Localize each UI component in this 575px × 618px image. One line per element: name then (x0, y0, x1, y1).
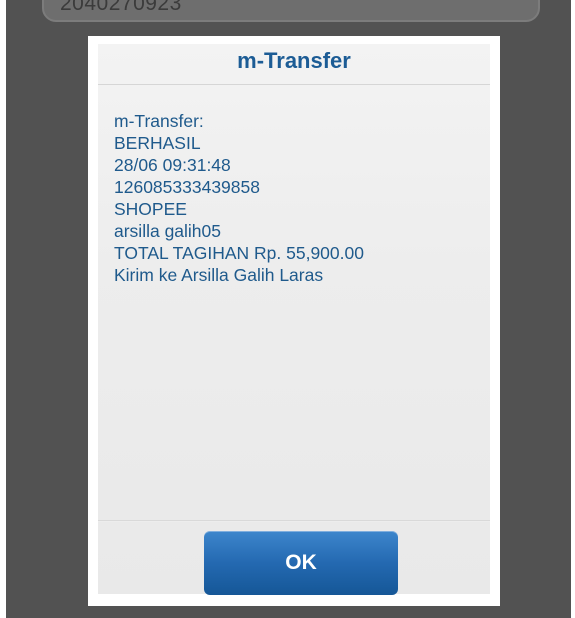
message-line-header: m-Transfer: (114, 111, 204, 131)
ok-button[interactable]: OK (204, 531, 398, 595)
transfer-result-dialog: m-Transfer m-Transfer: BERHASIL 28/06 09… (88, 36, 500, 606)
account-number-field: 2040270923 (42, 0, 540, 22)
app-screen: 2040270923 m-Transfer m-Transfer: BERHAS… (6, 0, 571, 618)
transfer-message: m-Transfer: BERHASIL 28/06 09:31:48 1260… (114, 110, 484, 286)
message-line-status: BERHASIL (114, 133, 201, 153)
title-divider (98, 84, 490, 85)
message-line-merchant: SHOPEE (114, 199, 187, 219)
dialog-title: m-Transfer (237, 48, 351, 73)
ok-button-label: OK (285, 551, 317, 574)
message-line-total: TOTAL TAGIHAN Rp. 55,900.00 (114, 243, 364, 263)
message-line-datetime: 28/06 09:31:48 (114, 155, 231, 175)
footer-divider (98, 520, 490, 522)
message-line-recipient: Kirim ke Arsilla Galih Laras (114, 265, 324, 285)
message-line-customer-id: arsilla galih05 (114, 221, 222, 241)
account-number-value: 2040270923 (60, 0, 182, 15)
message-line-reference: 126085333439858 (114, 177, 260, 197)
dialog-body: m-Transfer m-Transfer: BERHASIL 28/06 09… (98, 44, 490, 595)
